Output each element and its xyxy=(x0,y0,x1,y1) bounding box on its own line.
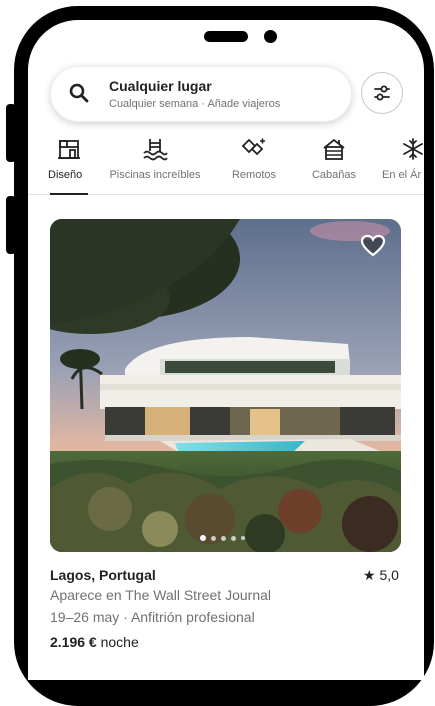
category-label-remote: Remotos xyxy=(231,169,277,181)
cabin-icon xyxy=(304,136,364,162)
carousel-dot xyxy=(221,535,226,541)
listing-dates-host: 19–26 may · Anfitrión profesional xyxy=(50,609,255,625)
carousel-dot xyxy=(200,535,206,541)
carousel-dot xyxy=(241,536,245,540)
price-amount: 2.196 € xyxy=(50,634,97,650)
category-remote[interactable]: Remotos xyxy=(224,136,284,181)
villa-photo-illustration xyxy=(50,219,401,552)
phone-side-button-top xyxy=(6,104,16,162)
category-design[interactable]: Diseño xyxy=(42,136,96,181)
category-label-cabins: Cabañas xyxy=(311,169,357,181)
category-pools[interactable]: Piscinas increíbles xyxy=(102,136,208,181)
speaker-notch xyxy=(204,31,248,42)
snowflake-icon xyxy=(378,136,424,162)
design-icon xyxy=(42,136,96,162)
category-cabins[interactable]: Cabañas xyxy=(304,136,364,181)
category-label-arctic: En el Ár xyxy=(382,169,422,181)
filters-icon xyxy=(374,85,390,101)
category-label-design: Diseño xyxy=(48,169,83,181)
search-icon xyxy=(69,83,89,108)
category-bar: Diseño Piscinas increíbles Remotos Cabañ… xyxy=(28,128,424,195)
search-title: Cualquier lugar xyxy=(109,78,212,94)
listing-price: 2.196 € noche xyxy=(50,634,139,650)
category-label-pools: Piscinas increíbles xyxy=(109,169,201,181)
remote-icon xyxy=(224,136,284,162)
price-unit: noche xyxy=(96,634,139,650)
listing-rating: ★ 5,0 xyxy=(363,567,399,584)
search-subtitle: Cualquier semana · Añade viajeros xyxy=(109,98,281,110)
carousel-dot xyxy=(211,535,216,541)
listing-photo[interactable] xyxy=(50,219,401,552)
phone-side-button-bottom xyxy=(6,196,16,254)
rating-value: 5,0 xyxy=(379,567,399,583)
camera-notch xyxy=(264,30,277,43)
favorite-heart-icon[interactable] xyxy=(360,234,386,263)
star-icon: ★ xyxy=(363,567,376,583)
photo-carousel-dots[interactable] xyxy=(200,535,245,541)
listing-location[interactable]: Lagos, Portugal xyxy=(50,567,156,583)
category-arctic[interactable]: En el Ár xyxy=(378,136,424,181)
pool-icon xyxy=(102,136,208,162)
listing-featured: Aparece en The Wall Street Journal xyxy=(50,587,272,603)
carousel-dot xyxy=(231,535,236,541)
active-category-underline xyxy=(50,193,88,195)
filters-button[interactable] xyxy=(361,72,403,114)
search-bar[interactable]: Cualquier lugar Cualquier semana · Añade… xyxy=(50,66,352,122)
